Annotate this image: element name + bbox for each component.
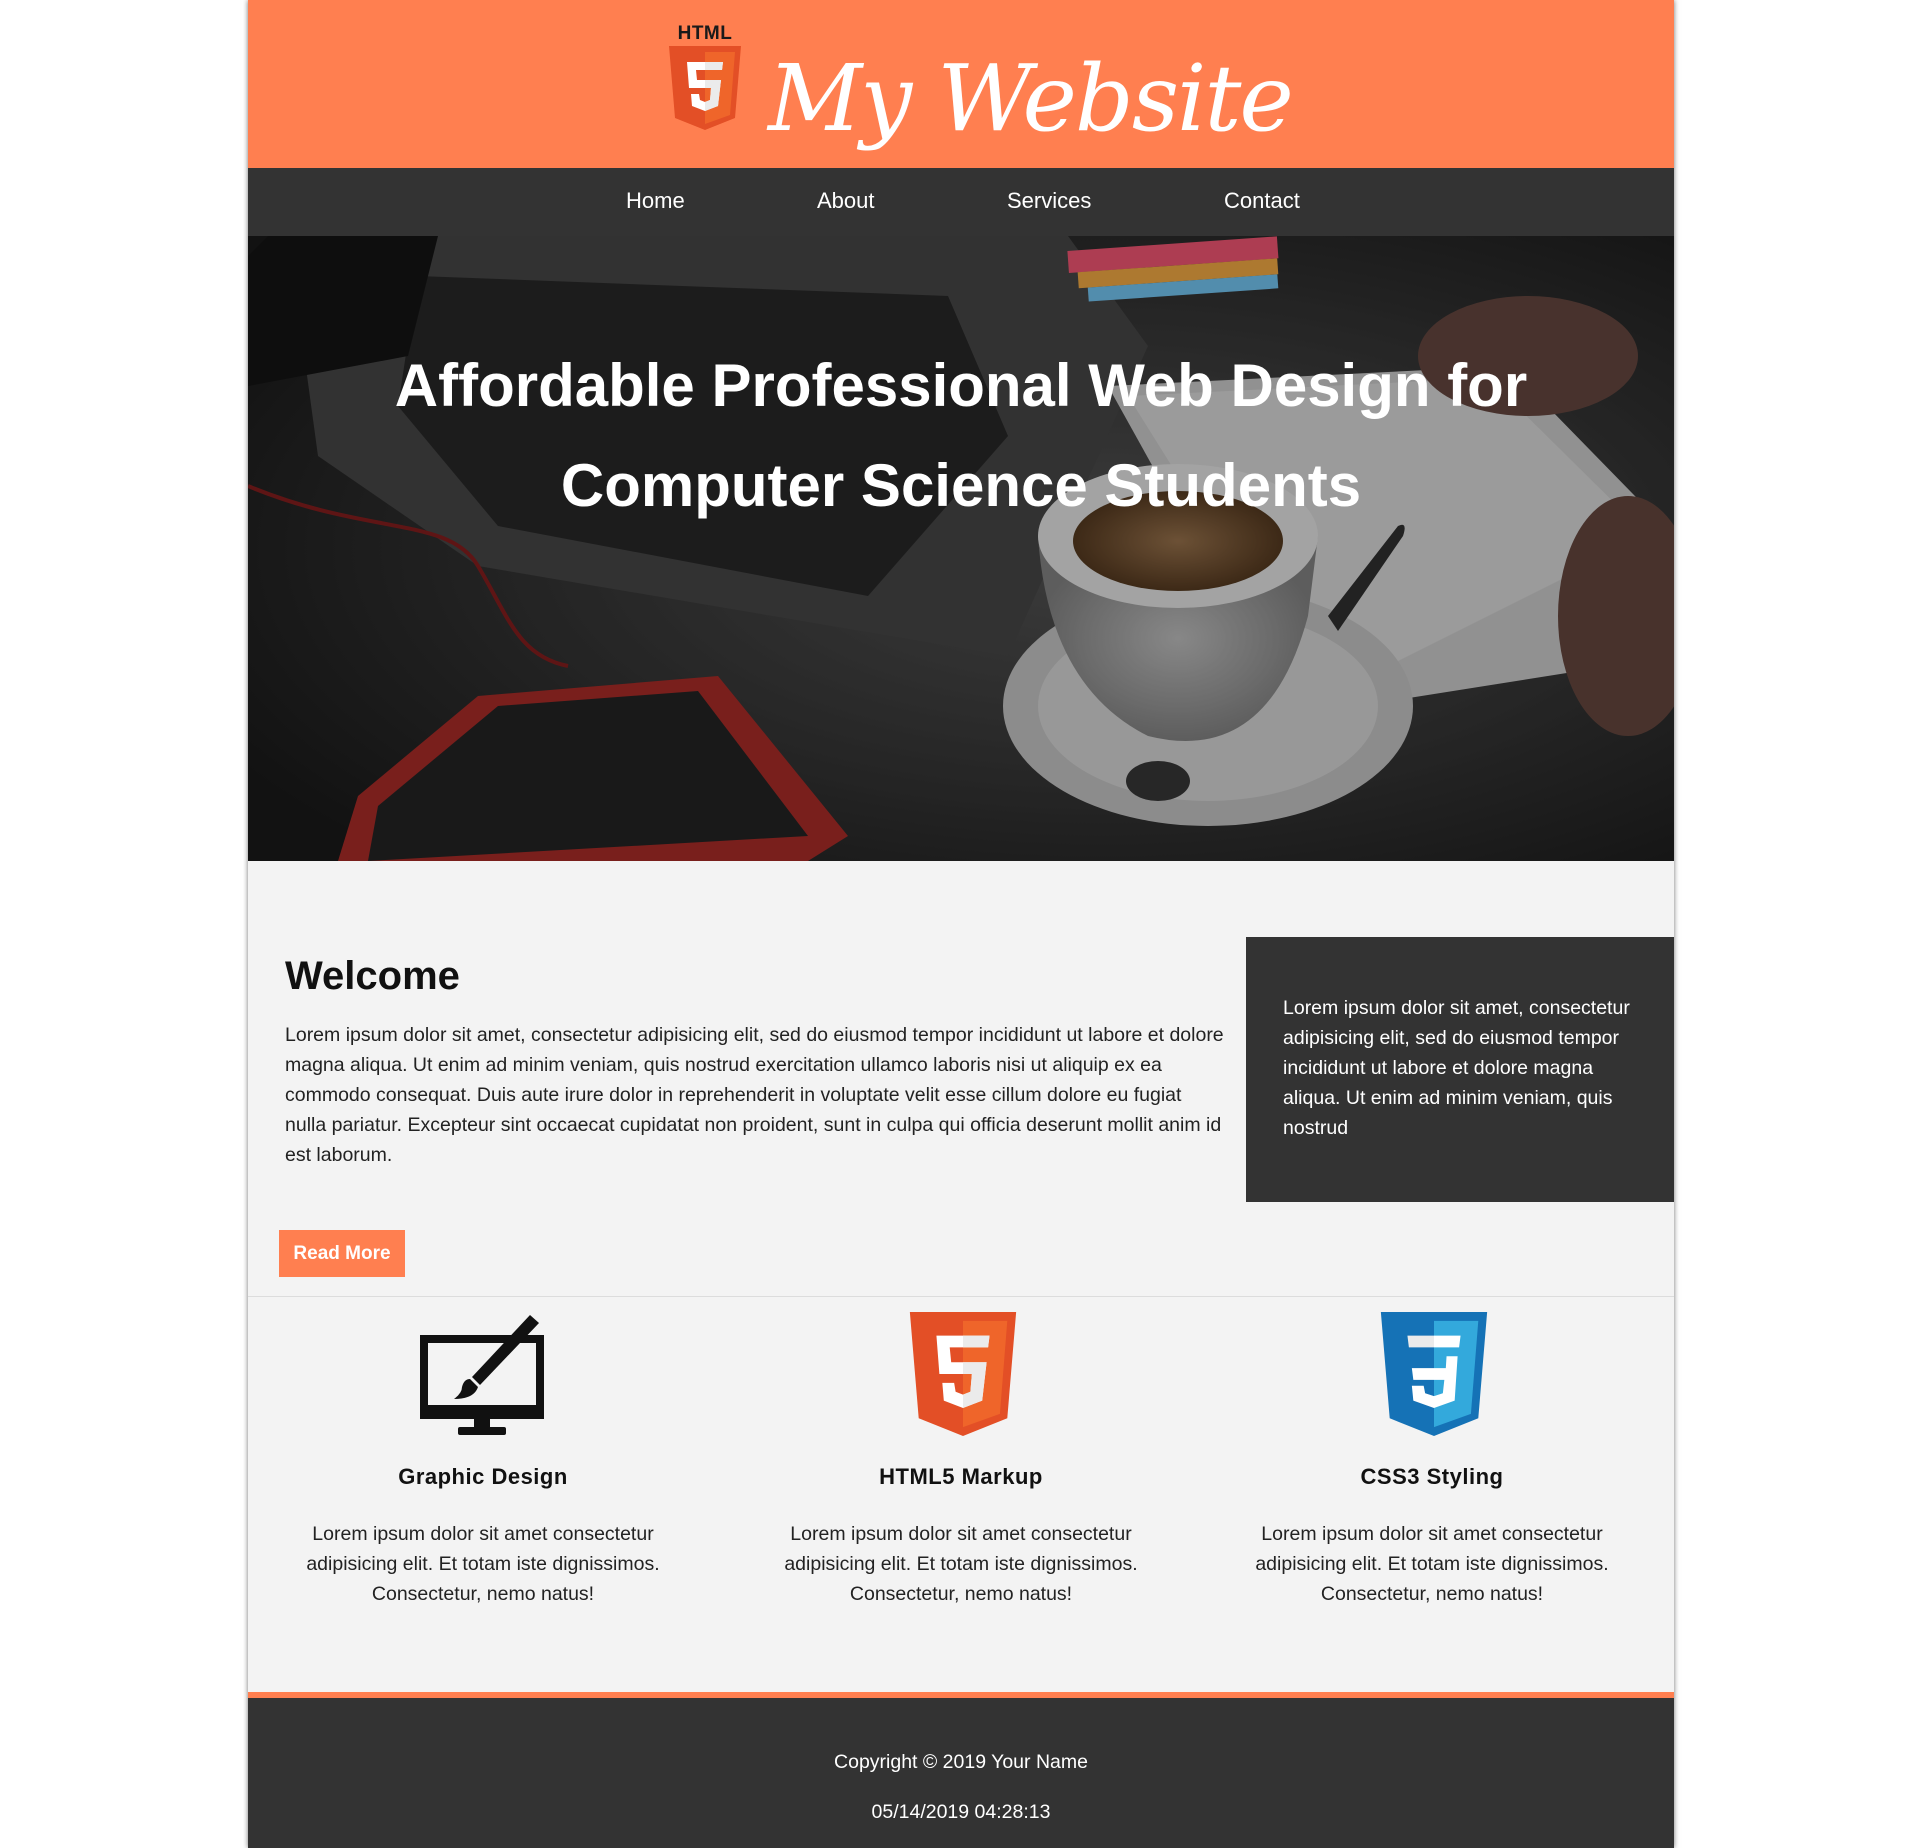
nav-item-contact[interactable]: Contact [1224,168,1300,236]
section-divider [248,1296,1674,1297]
service-graphic-design: Graphic Design Lorem ipsum dolor sit ame… [248,1305,718,1605]
nav-item-about[interactable]: About [817,168,875,236]
site-header: HTML My Website [248,0,1674,168]
service-text: Lorem ipsum dolor sit amet consectetur a… [1255,1523,1609,1605]
service-text: Lorem ipsum dolor sit amet consectetur a… [306,1523,660,1605]
service-title: HTML5 Markup [879,1464,1043,1489]
hero-title: Affordable Professional Web Design for C… [248,336,1674,536]
hero-background-image [248,236,1674,861]
html5-icon [726,1305,1196,1436]
sidebar-box: Lorem ipsum dolor sit amet, consectetur … [1246,937,1674,1202]
footer-copyright: Copyright © 2019 Your Name [834,1751,1088,1773]
nav-item-services[interactable]: Services [1007,168,1091,236]
hero-banner: Affordable Professional Web Design for C… [248,236,1674,861]
service-css3-styling: CSS3 Styling Lorem ipsum dolor sit amet … [1197,1305,1667,1605]
sidebar-text: Lorem ipsum dolor sit amet, consectetur … [1283,997,1630,1139]
hero-title-line-2: Computer Science Students [560,452,1362,519]
html5-logo-caption: HTML [677,23,733,44]
service-html5-markup: HTML5 Markup Lorem ipsum dolor sit amet … [726,1305,1196,1605]
monitor-brush-icon [248,1305,718,1435]
main-nav: Home About Services Contact [248,168,1674,236]
read-more-button[interactable]: Read More [279,1230,405,1277]
service-text: Lorem ipsum dolor sit amet consectetur a… [784,1523,1138,1605]
service-title: Graphic Design [398,1464,568,1489]
hero-title-line-1: Affordable Professional Web Design for [394,352,1528,419]
html5-logo[interactable]: HTML [666,24,744,134]
service-title: CSS3 Styling [1360,1464,1504,1489]
site-footer: Copyright © 2019 Your Name 05/14/2019 04… [248,1698,1674,1848]
welcome-paragraph: Lorem ipsum dolor sit amet, consectetur … [285,1024,1224,1166]
site-title[interactable]: My Website [768,44,1328,154]
css3-icon [1197,1305,1667,1436]
html5-shield-icon [669,46,741,130]
footer-datetime: 05/14/2019 04:28:13 [871,1801,1051,1823]
page-container: HTML My Website Home About Services Cont… [248,0,1674,1848]
nav-item-home[interactable]: Home [626,168,685,236]
welcome-heading: Welcome [285,954,460,998]
